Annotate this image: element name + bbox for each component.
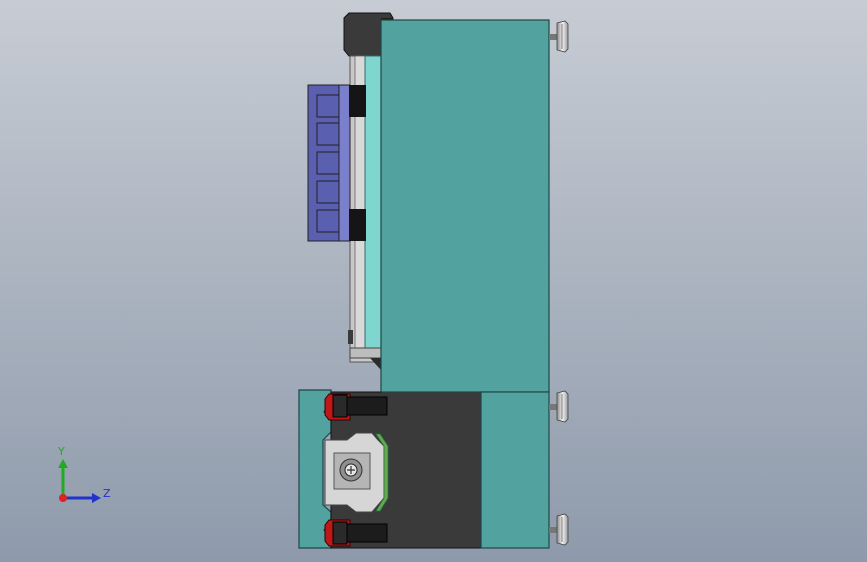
purple-bracket-highlight — [338, 84, 351, 242]
upper-assembly[interactable] — [343, 12, 550, 393]
z-axis-label: Z — [103, 487, 111, 500]
clamp-bolt-lower-head — [332, 521, 348, 545]
guide-rail-teal — [364, 55, 382, 357]
lower-assembly[interactable] — [298, 389, 550, 549]
cad-model-view[interactable]: Y Z — [0, 0, 867, 562]
clamp-block-lower — [349, 209, 366, 241]
graphics-viewport[interactable]: Y Z — [0, 0, 867, 562]
origin-icon — [59, 494, 67, 502]
y-axis-label: Y — [57, 445, 65, 458]
main-teal-plate — [380, 19, 550, 393]
small-tab — [348, 330, 353, 344]
clamp-bolt-upper-head — [332, 394, 348, 418]
guide-rail-base — [349, 347, 382, 359]
clamp-block-upper — [349, 85, 366, 117]
right-teal-block — [480, 391, 550, 549]
